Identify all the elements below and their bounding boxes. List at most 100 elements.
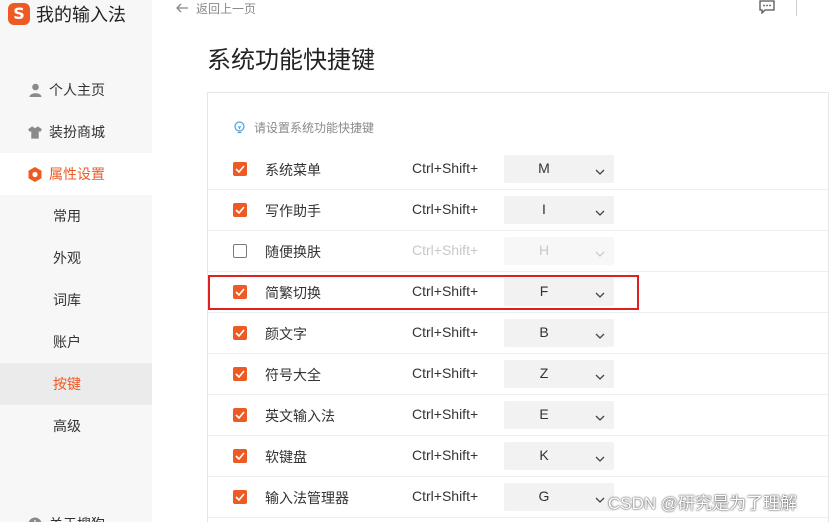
checkmark-icon	[235, 206, 245, 214]
shortcut-modifier: Ctrl+Shift+	[412, 447, 479, 463]
checkmark-icon	[235, 411, 245, 419]
sidebar-item-label: 装扮商城	[49, 124, 105, 140]
shortcut-checkbox[interactable]	[233, 449, 247, 463]
shortcut-row: 系统菜单 Ctrl+Shift+ M	[208, 149, 828, 190]
shirt-icon	[28, 125, 42, 139]
sidebar-subitem-label: 词库	[53, 292, 81, 308]
sidebar-subitem-label: 高级	[53, 418, 81, 434]
checkmark-icon	[235, 288, 245, 296]
hexagon-settings-icon	[28, 166, 42, 182]
shortcut-key-select[interactable]: H	[504, 237, 614, 265]
sidebar-subitem-keys[interactable]: 按键	[0, 363, 152, 405]
chevron-down-icon	[595, 369, 605, 380]
sidebar-subitem-account[interactable]: 账户	[0, 321, 152, 363]
shortcut-modifier: Ctrl+Shift+	[412, 201, 479, 217]
shortcut-key-value: M	[538, 160, 550, 176]
shortcut-label: 符号大全	[265, 367, 321, 383]
shortcut-modifier: Ctrl+Shift+	[412, 406, 479, 422]
shortcut-key-select[interactable]: Z	[504, 360, 614, 388]
sidebar-item-label: 属性设置	[49, 166, 105, 182]
sidebar-subitem-label: 常用	[53, 208, 81, 224]
shortcut-key-value: F	[539, 283, 549, 299]
sidebar-item-label: 个人主页	[49, 82, 105, 98]
shortcut-key-select[interactable]: E	[504, 401, 614, 429]
shortcut-key-value: G	[538, 488, 550, 504]
shortcut-row: 写作助手 Ctrl+Shift+ I	[208, 190, 828, 231]
checkmark-icon	[235, 493, 245, 501]
page-title: 系统功能快捷键	[207, 47, 375, 74]
chevron-down-icon	[595, 328, 605, 339]
shortcut-key-value: E	[539, 406, 549, 422]
sidebar-item-skin-store[interactable]: 装扮商城	[0, 111, 152, 153]
app-title: 我的输入法	[36, 5, 126, 25]
checkmark-icon	[235, 452, 245, 460]
shortcut-checkbox[interactable]	[233, 162, 247, 176]
shortcut-checkbox[interactable]	[233, 367, 247, 381]
shortcut-checkbox[interactable]	[233, 203, 247, 217]
shortcut-checkbox[interactable]	[233, 244, 247, 258]
shortcut-checkbox[interactable]	[233, 285, 247, 299]
shortcut-key-select[interactable]: M	[504, 155, 614, 183]
shortcut-key-select[interactable]: K	[504, 442, 614, 470]
shortcut-modifier: Ctrl+Shift+	[412, 242, 479, 258]
sidebar-subitem-appearance[interactable]: 外观	[0, 237, 152, 279]
chevron-down-icon	[595, 451, 605, 462]
sidebar-subitem-label: 外观	[53, 250, 81, 266]
shortcut-key-value: B	[539, 324, 549, 340]
checkmark-icon	[235, 370, 245, 378]
sidebar-subitem-label: 按键	[53, 376, 81, 392]
checkmark-icon	[235, 329, 245, 337]
watermark: CSDN @研究是为了理解	[608, 494, 798, 513]
sidebar-subitem-advanced[interactable]: 高级	[0, 405, 152, 447]
shortcut-key-select[interactable]: G	[504, 483, 614, 511]
sidebar-item-settings[interactable]: 属性设置	[0, 153, 152, 195]
shortcut-label: 颜文字	[265, 326, 307, 342]
checkmark-icon	[235, 165, 245, 173]
sidebar-subitem-dictionary[interactable]: 词库	[0, 279, 152, 321]
shortcut-modifier: Ctrl+Shift+	[412, 283, 479, 299]
shortcut-row: 简繁切换 Ctrl+Shift+ F	[208, 272, 828, 313]
shortcut-modifier: Ctrl+Shift+	[412, 324, 479, 340]
hint-label: 请设置系统功能快捷键	[254, 120, 375, 135]
shortcut-checkbox[interactable]	[233, 490, 247, 504]
shortcut-key-value: K	[539, 447, 549, 463]
message-icon[interactable]	[759, 0, 775, 15]
back-link[interactable]: 返回上一页	[176, 0, 256, 16]
shortcut-checkbox[interactable]	[233, 326, 247, 340]
sidebar-subitem-common[interactable]: 常用	[0, 195, 152, 237]
shortcut-key-select[interactable]: I	[504, 196, 614, 224]
info-icon	[28, 517, 42, 522]
hint-text: 请设置系统功能快捷键	[233, 119, 374, 135]
shortcut-label: 随便换肤	[265, 244, 321, 260]
shortcut-label: 输入法管理器	[265, 490, 349, 506]
back-link-label: 返回上一页	[196, 1, 257, 16]
shortcut-label: 英文输入法	[265, 408, 335, 424]
app-logo-icon: S	[8, 3, 30, 25]
shortcut-label: 写作助手	[265, 203, 321, 219]
lightbulb-icon	[233, 120, 246, 134]
shortcut-row: 颜文字 Ctrl+Shift+ B	[208, 313, 828, 354]
shortcut-modifier: Ctrl+Shift+	[412, 488, 479, 504]
sidebar-item-profile[interactable]: 个人主页	[0, 69, 152, 111]
sidebar: S 我的输入法 个人主页 装扮商城 属性设置 常用 外观 词库 账户 按键 高级…	[0, 0, 152, 522]
chevron-down-icon	[595, 287, 605, 298]
user-icon	[28, 83, 42, 97]
chevron-down-icon	[595, 205, 605, 216]
shortcut-row: 软键盘 Ctrl+Shift+ K	[208, 436, 828, 477]
app-brand: S 我的输入法	[8, 2, 126, 26]
chevron-down-icon	[595, 492, 605, 503]
shortcut-key-value: H	[538, 242, 550, 258]
shortcut-key-value: I	[542, 201, 546, 217]
shortcut-row: 随便换肤 Ctrl+Shift+ H	[208, 231, 828, 272]
shortcut-label: 软键盘	[265, 449, 307, 465]
shortcut-key-select[interactable]: F	[504, 278, 614, 306]
shortcut-modifier: Ctrl+Shift+	[412, 365, 479, 381]
chevron-down-icon	[595, 410, 605, 421]
arrow-left-icon	[176, 0, 188, 16]
shortcut-key-value: Z	[539, 365, 549, 381]
sidebar-item-about[interactable]: 关于搜狗	[0, 503, 152, 522]
shortcut-checkbox[interactable]	[233, 408, 247, 422]
sidebar-item-label: 关于搜狗	[49, 514, 105, 522]
shortcut-label: 系统菜单	[265, 162, 321, 178]
shortcut-key-select[interactable]: B	[504, 319, 614, 347]
